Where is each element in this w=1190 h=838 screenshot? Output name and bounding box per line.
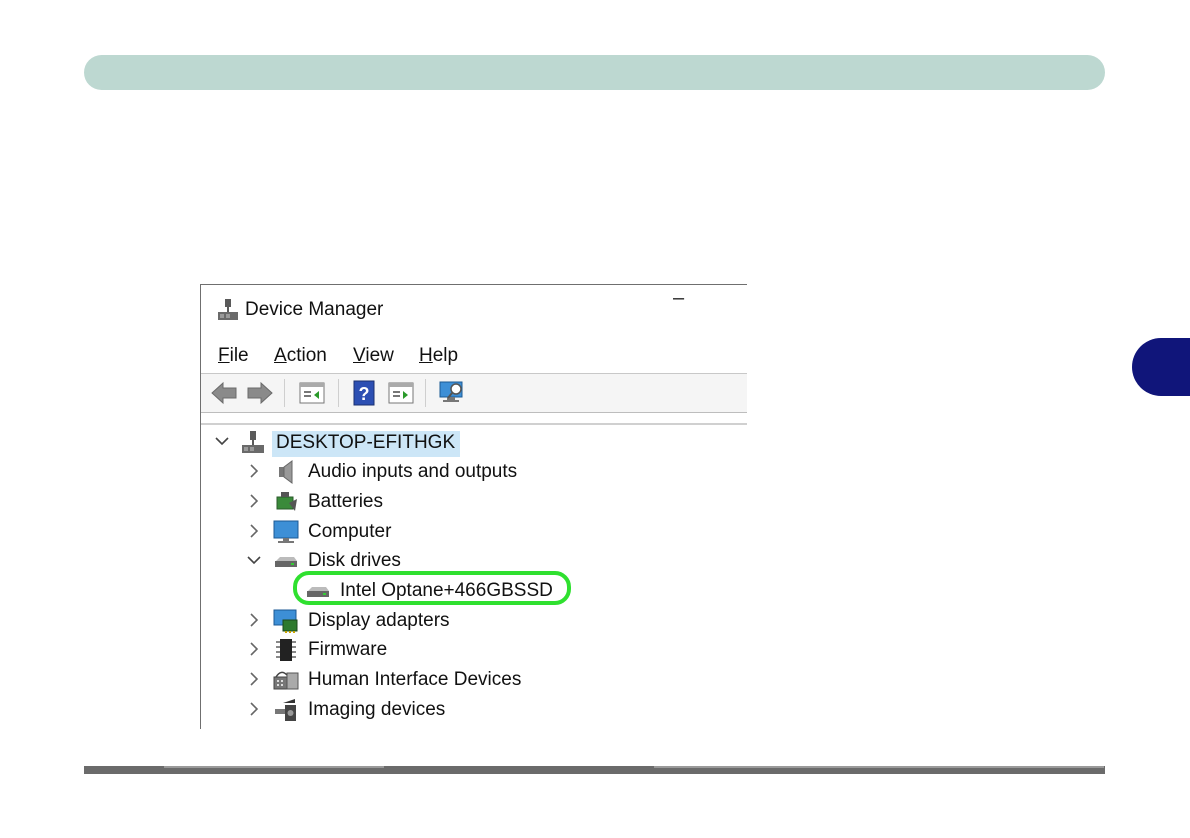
properties-icon[interactable] [297, 379, 327, 407]
menu-file[interactable]: File [218, 345, 249, 367]
svg-text:?: ? [359, 384, 370, 404]
back-icon[interactable] [209, 379, 239, 407]
tree-item-label: Display adapters [308, 610, 450, 631]
chevron-down-icon[interactable] [215, 432, 229, 450]
tree-item-firmware[interactable]: Firmware [247, 637, 567, 665]
speaker-icon [273, 459, 299, 485]
toolbar: ? [201, 374, 747, 413]
tree-item-label: Audio inputs and outputs [308, 461, 518, 482]
footer-rule [84, 766, 1105, 774]
minimize-button[interactable]: – [673, 287, 684, 310]
window-title: Device Manager [245, 299, 384, 320]
forward-icon[interactable] [245, 379, 275, 407]
menu-action[interactable]: Action [274, 345, 327, 367]
page-header-bar [84, 55, 1105, 90]
tree-item-label: Human Interface Devices [308, 669, 522, 690]
tree-item-hid[interactable]: Human Interface Devices [247, 667, 567, 695]
computer-root-icon [240, 429, 266, 455]
display-adapter-icon [273, 608, 299, 634]
highlight-ring [293, 571, 571, 605]
chevron-right-icon[interactable] [247, 462, 261, 480]
chevron-down-icon[interactable] [247, 551, 261, 569]
tree-item-label: Firmware [308, 639, 388, 660]
tree-item-display-adapters[interactable]: Display adapters [247, 608, 567, 636]
battery-icon [273, 489, 299, 515]
monitor-icon [273, 519, 299, 545]
tree-item-label: Batteries [308, 491, 383, 512]
scan-hardware-icon[interactable] [437, 379, 467, 407]
tree-item-audio[interactable]: Audio inputs and outputs [247, 459, 567, 487]
camera-icon [273, 697, 299, 723]
menu-view[interactable]: View [353, 345, 394, 367]
tree-item-label: Computer [308, 521, 392, 542]
tree-item-imaging-devices[interactable]: Imaging devices [247, 697, 567, 725]
device-manager-window: Device Manager – File Action View Help ? [200, 284, 747, 729]
tree-item-batteries[interactable]: Batteries [247, 489, 567, 517]
disk-drive-icon [273, 548, 299, 574]
device-tree: DESKTOP-EFITHGK Audio inputs and outputs… [201, 423, 747, 721]
chevron-right-icon[interactable] [247, 670, 261, 688]
chip-icon [273, 637, 299, 663]
tree-root[interactable]: DESKTOP-EFITHGK [215, 429, 515, 457]
chevron-right-icon[interactable] [247, 522, 261, 540]
tree-item-label: Imaging devices [308, 699, 446, 720]
chevron-right-icon[interactable] [247, 611, 261, 629]
menu-bar: File Action View Help [201, 337, 747, 374]
tree-item-label: Disk drives [308, 550, 401, 571]
hid-icon [273, 667, 299, 693]
update-driver-icon[interactable] [386, 379, 416, 407]
chevron-right-icon[interactable] [247, 640, 261, 658]
title-bar: Device Manager – [201, 285, 747, 337]
chapter-tab [1132, 338, 1190, 396]
menu-help[interactable]: Help [419, 345, 458, 367]
help-icon[interactable]: ? [349, 379, 379, 407]
tree-item-computer[interactable]: Computer [247, 519, 567, 547]
chevron-right-icon[interactable] [247, 700, 261, 718]
tree-root-label: DESKTOP-EFITHGK [272, 431, 461, 457]
device-manager-icon [217, 298, 239, 326]
chevron-right-icon[interactable] [247, 492, 261, 510]
